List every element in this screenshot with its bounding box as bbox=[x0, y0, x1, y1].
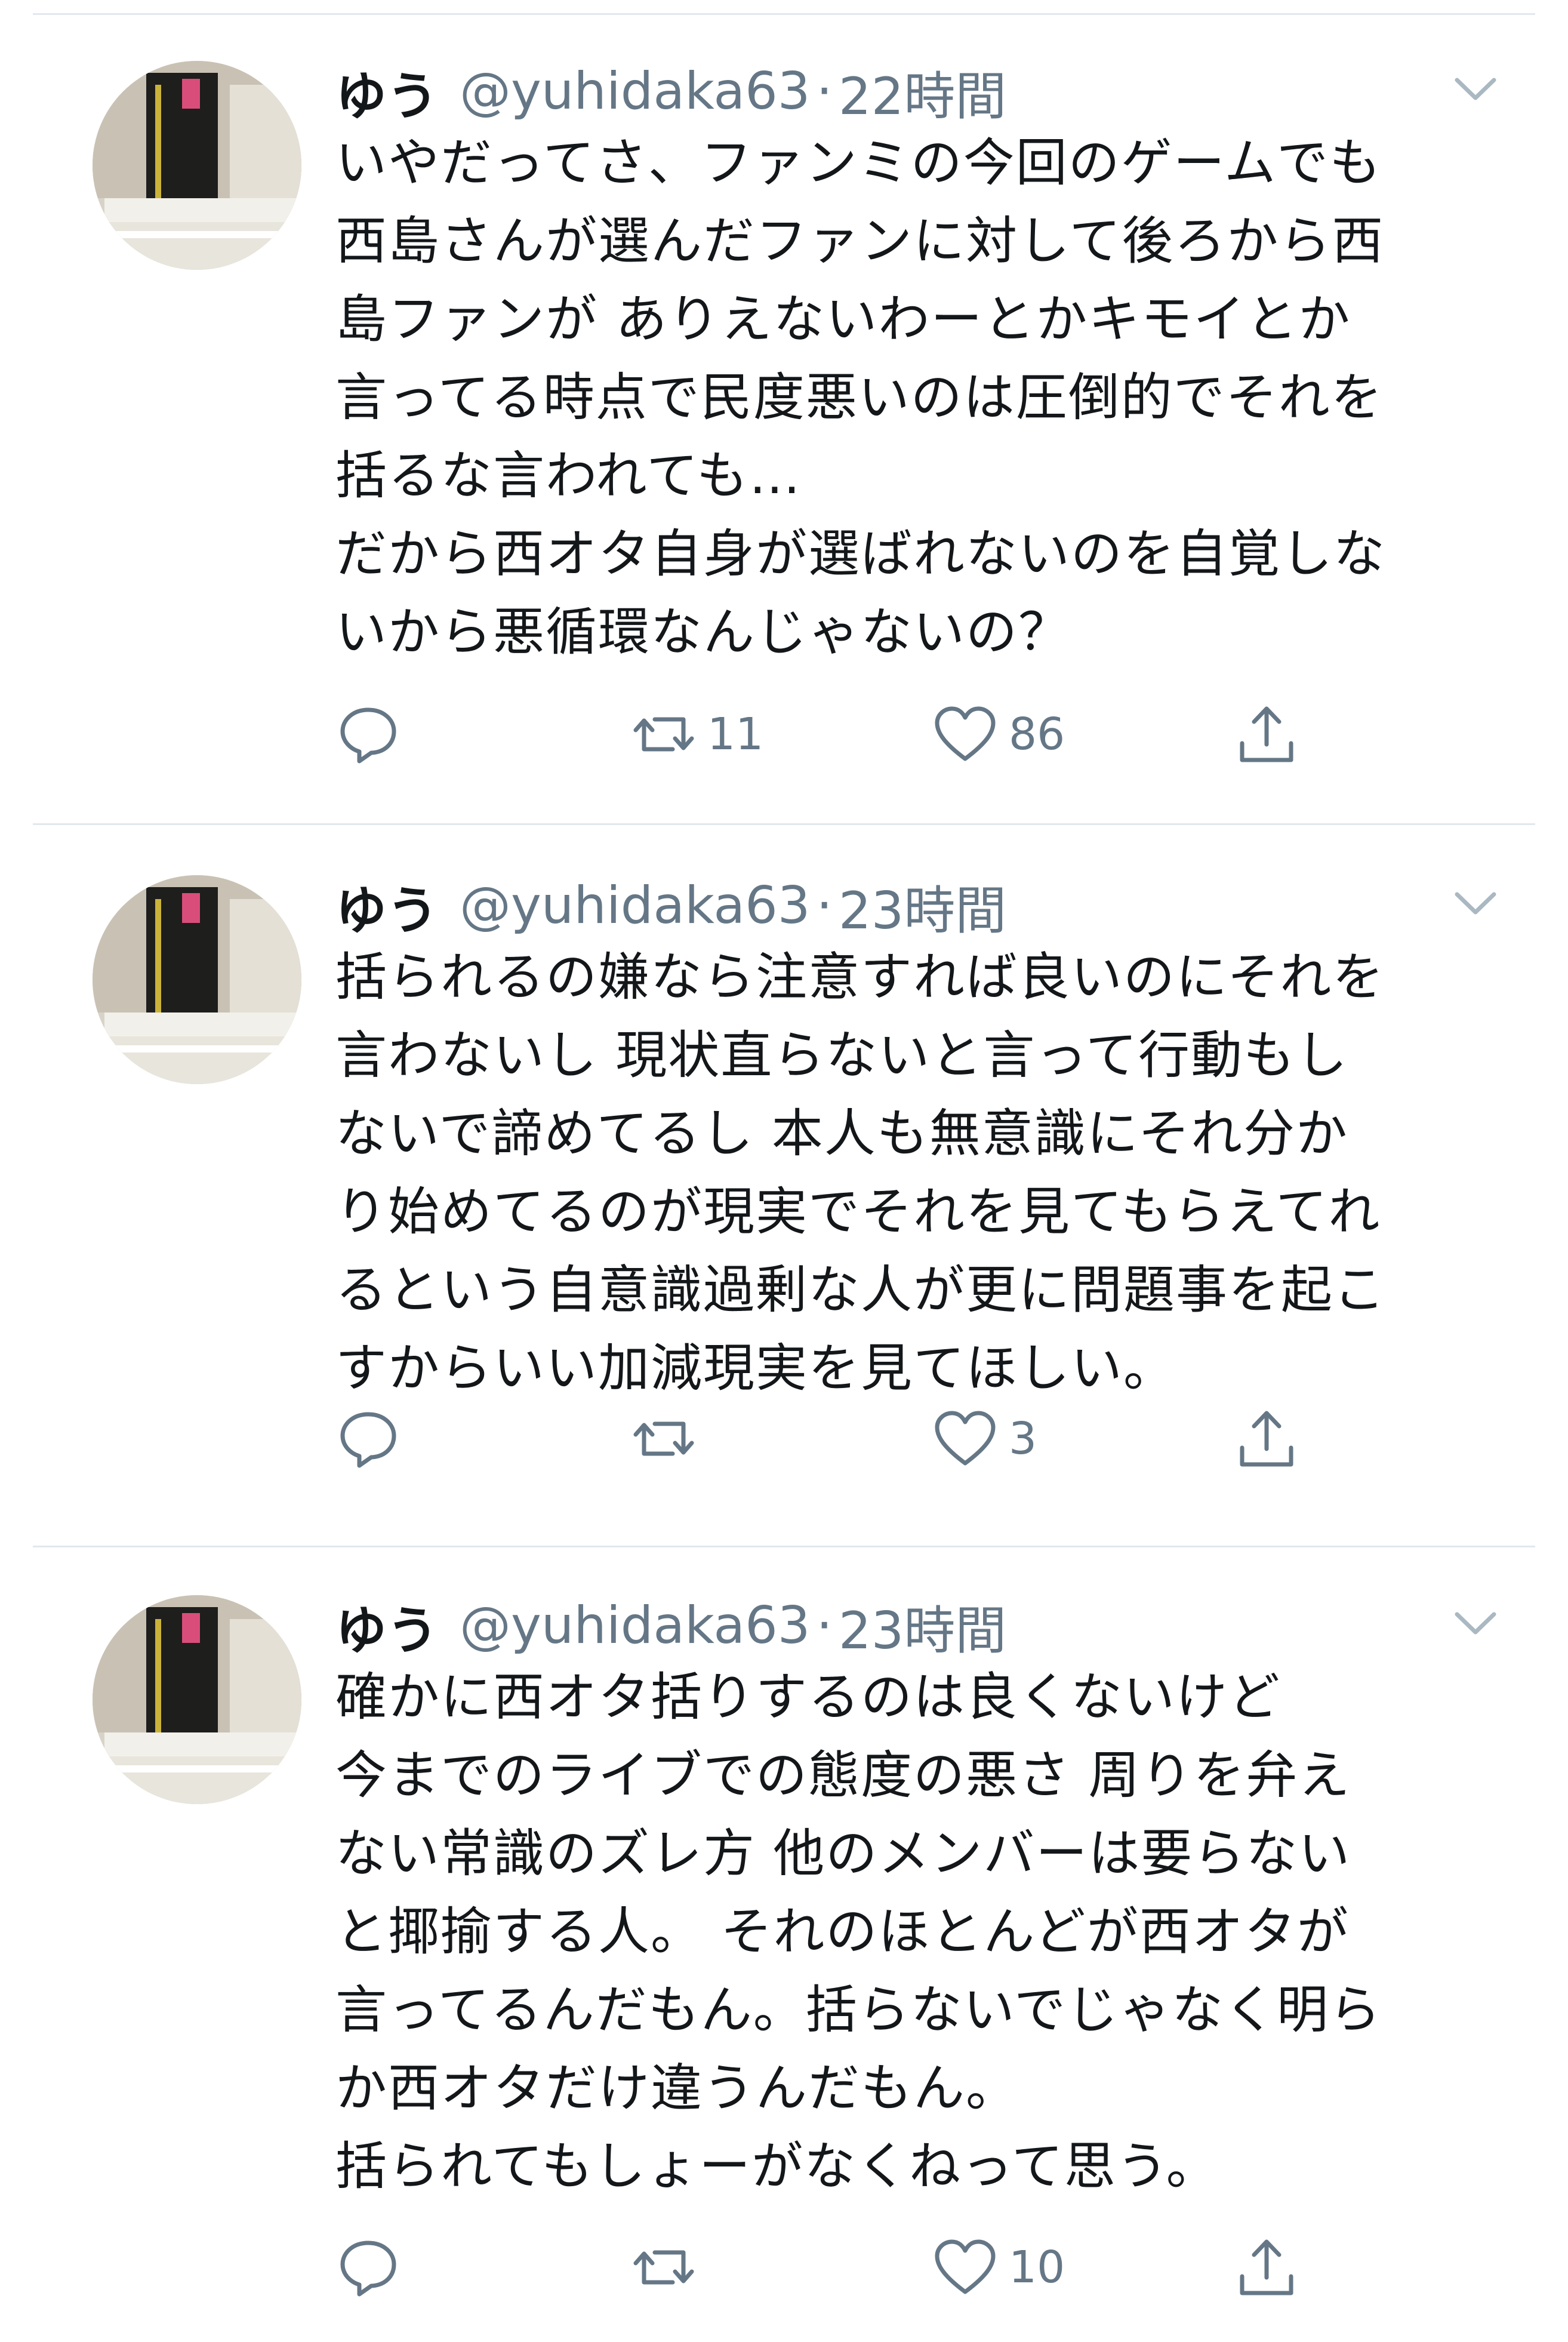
retweet-button[interactable] bbox=[631, 2232, 707, 2303]
timestamp[interactable]: 23時間 bbox=[839, 869, 1006, 943]
like-button[interactable]: 86 bbox=[932, 698, 1065, 770]
reply-icon bbox=[335, 1406, 401, 1472]
share-button[interactable] bbox=[1234, 1403, 1299, 1475]
share-button[interactable] bbox=[1234, 2232, 1299, 2303]
display-name[interactable]: ゆう bbox=[335, 54, 438, 129]
reply-button[interactable] bbox=[335, 2232, 401, 2303]
retweet-button[interactable]: 11 bbox=[631, 698, 763, 770]
avatar[interactable] bbox=[93, 1595, 301, 1804]
timestamp[interactable]: 23時間 bbox=[839, 1589, 1006, 1663]
chevron-down-icon[interactable] bbox=[1449, 62, 1502, 116]
heart-icon bbox=[932, 1406, 998, 1472]
tweet[interactable]: ゆう @yuhidaka63 · 23時間 括られるの嫌なら注意すれば良いのにそ… bbox=[0, 861, 1568, 1547]
separator-dot: · bbox=[816, 1596, 833, 1655]
share-icon bbox=[1234, 2235, 1299, 2300]
reply-icon bbox=[335, 2235, 401, 2300]
user-handle[interactable]: @yuhidaka63 bbox=[460, 876, 811, 935]
like-count: 86 bbox=[1009, 709, 1065, 760]
retweet-icon bbox=[631, 2235, 697, 2300]
tweet-divider bbox=[33, 823, 1535, 825]
separator-dot: · bbox=[816, 61, 833, 121]
retweet-icon bbox=[631, 1406, 697, 1472]
share-button[interactable] bbox=[1234, 698, 1299, 770]
display-name[interactable]: ゆう bbox=[335, 1589, 438, 1663]
tweet-actions: 11 86 bbox=[335, 698, 1350, 770]
user-handle[interactable]: @yuhidaka63 bbox=[460, 1596, 811, 1655]
reply-button[interactable] bbox=[335, 698, 401, 770]
tweet-actions: 3 bbox=[335, 1403, 1350, 1475]
share-icon bbox=[1234, 1406, 1299, 1472]
timestamp[interactable]: 22時間 bbox=[839, 54, 1006, 129]
retweet-button[interactable] bbox=[631, 1403, 707, 1475]
tweet-header: ゆう @yuhidaka63 · 22時間 bbox=[335, 53, 1006, 130]
tweet-header: ゆう @yuhidaka63 · 23時間 bbox=[335, 867, 1006, 944]
tweet-header: ゆう @yuhidaka63 · 23時間 bbox=[335, 1587, 1006, 1664]
tweet-divider bbox=[33, 1546, 1535, 1547]
tweet-actions: 10 bbox=[335, 2232, 1350, 2303]
reply-button[interactable] bbox=[335, 1403, 401, 1475]
retweet-count: 11 bbox=[707, 709, 764, 760]
tweet-text: 確かに西オタ括りするのは良くないけど 今までのライブでの態度の悪さ 周りを弁え … bbox=[335, 1667, 1382, 2196]
tweet[interactable]: ゆう @yuhidaka63 · 22時間 いやだってさ、ファンミの今回のゲーム… bbox=[0, 36, 1568, 825]
display-name[interactable]: ゆう bbox=[335, 869, 438, 943]
share-icon bbox=[1234, 701, 1299, 767]
chevron-down-icon[interactable] bbox=[1449, 1596, 1502, 1650]
like-button[interactable]: 3 bbox=[932, 1403, 1037, 1475]
tweet-text: いやだってさ、ファンミの今回のゲームでも 西島さんが選んだファンに対して後ろから… bbox=[335, 133, 1386, 662]
like-count: 10 bbox=[1009, 2242, 1065, 2293]
avatar[interactable] bbox=[93, 61, 301, 270]
heart-icon bbox=[932, 2235, 998, 2300]
top-divider bbox=[33, 13, 1535, 15]
heart-icon bbox=[932, 701, 998, 767]
like-button[interactable]: 10 bbox=[932, 2232, 1065, 2303]
avatar[interactable] bbox=[93, 875, 301, 1084]
retweet-icon bbox=[631, 701, 697, 767]
tweet-text: 括られるの嫌なら注意すれば良いのにそれを 言わないし 現状直らないと言って行動も… bbox=[335, 947, 1386, 1398]
separator-dot: · bbox=[816, 876, 833, 935]
reply-icon bbox=[335, 701, 401, 767]
like-count: 3 bbox=[1009, 1413, 1037, 1464]
chevron-down-icon[interactable] bbox=[1449, 876, 1502, 930]
user-handle[interactable]: @yuhidaka63 bbox=[460, 61, 811, 121]
tweet[interactable]: ゆう @yuhidaka63 · 23時間 確かに西オタ括りするのは良くないけど… bbox=[0, 1581, 1568, 2342]
